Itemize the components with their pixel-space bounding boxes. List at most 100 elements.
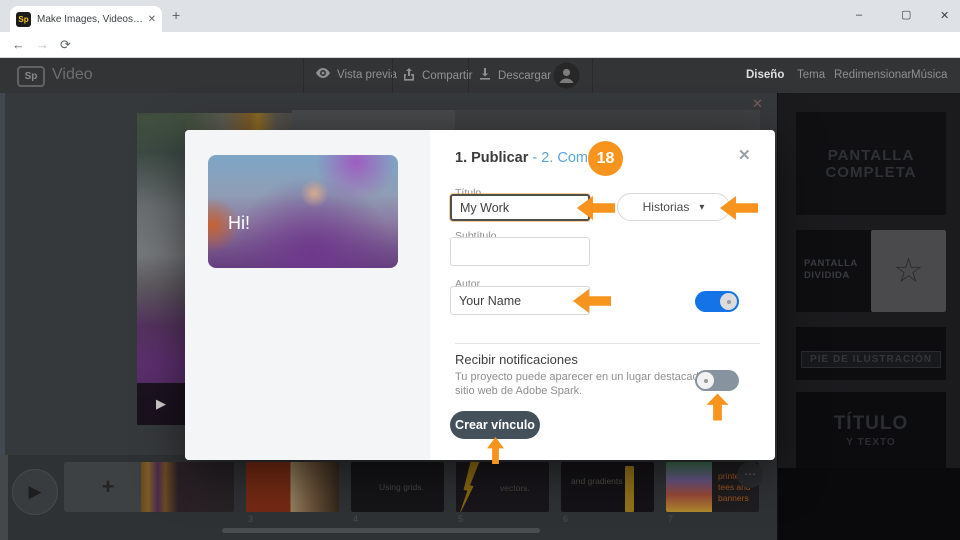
chevron-down-icon: ▾ bbox=[699, 201, 705, 213]
titulo-input[interactable] bbox=[450, 194, 590, 221]
download-icon bbox=[479, 68, 491, 83]
layout-card-pie-de-ilustracion[interactable]: PIE DE ILUSTRACIÓN bbox=[796, 327, 946, 380]
notifications-title: Recibir notificaciones bbox=[455, 352, 578, 367]
preview-label: Vista previa bbox=[337, 68, 397, 81]
tutorial-arrow-create-link bbox=[487, 437, 504, 464]
video-preview-thumbnail: Hi! bbox=[208, 155, 398, 268]
toolbar-divider bbox=[468, 58, 469, 93]
slide-thumbnail[interactable] bbox=[141, 462, 234, 512]
download-label: Descargar bbox=[498, 69, 552, 82]
layout-card-pantalla-dividida[interactable]: PANTALLA DIVIDIDA ☆ bbox=[796, 230, 946, 312]
window-close-button[interactable]: ✕ bbox=[940, 9, 949, 22]
forward-icon[interactable]: → bbox=[36, 37, 49, 52]
spark-logo: Sp bbox=[17, 66, 45, 87]
window-minimize-button[interactable]: – bbox=[856, 9, 862, 21]
layout-card-subtitle: Y TEXTO bbox=[846, 436, 896, 448]
category-dropdown[interactable]: Historias ▾ bbox=[617, 193, 730, 221]
layout-sidebar: PANTALLA COMPLETA PANTALLA DIVIDIDA ☆ PI… bbox=[777, 93, 960, 540]
slide-delete-icon[interactable]: ✕ bbox=[752, 96, 763, 112]
create-link-button[interactable]: Crear vínculo bbox=[450, 411, 540, 439]
tutorial-step-badge: 18 bbox=[588, 141, 623, 176]
star-icon: ☆ bbox=[893, 252, 924, 290]
door-graphic bbox=[625, 466, 634, 512]
layout-card-titulo-y-texto[interactable]: TÍTULO Y TEXTO bbox=[796, 392, 946, 468]
new-tab-button[interactable]: + bbox=[172, 7, 180, 23]
download-button[interactable]: Descargar bbox=[479, 68, 551, 83]
notifications-toggle[interactable] bbox=[695, 370, 739, 391]
play-icon: ▶ bbox=[156, 396, 166, 411]
slide-thumbnail[interactable]: Using grids. bbox=[351, 462, 444, 512]
thumbnail-label: and gradients bbox=[571, 476, 623, 486]
plus-icon: + bbox=[101, 474, 115, 499]
tab-title: Make Images, Videos and Web S bbox=[37, 13, 144, 25]
app-toolbar: Sp Video Vista previa Compartir Descarga… bbox=[0, 58, 960, 93]
slide-number: 7 bbox=[668, 514, 674, 524]
slide-menu-button[interactable]: ⋯ bbox=[737, 462, 763, 488]
nav-tab-tema[interactable]: Tema bbox=[797, 69, 825, 81]
canvas-panel bbox=[455, 110, 760, 130]
share-icon bbox=[403, 68, 415, 84]
preview-overlay-text: Hi! bbox=[228, 213, 250, 233]
slide-number: 6 bbox=[563, 514, 569, 524]
eye-icon bbox=[316, 68, 330, 81]
slide-number: 3 bbox=[248, 514, 254, 524]
slide-thumbnail[interactable]: vectors. bbox=[456, 462, 549, 512]
reload-icon[interactable]: ⟳ bbox=[60, 37, 71, 53]
thumbnail-label-line: banners bbox=[718, 493, 749, 503]
toolbar-divider bbox=[592, 58, 593, 93]
lightning-graphic bbox=[457, 462, 480, 512]
sidebar-footer bbox=[778, 468, 960, 540]
share-label: Compartir bbox=[422, 70, 473, 82]
browser-navbar: ← → ⟳ spark.adobe.com/es-ES/sp/design/vi… bbox=[0, 32, 960, 87]
video-frame bbox=[137, 115, 185, 425]
thumbnail-photo bbox=[666, 462, 712, 512]
layout-card-label: COMPLETA bbox=[825, 163, 917, 181]
layout-card-pantalla-completa[interactable]: PANTALLA COMPLETA bbox=[796, 112, 946, 215]
spark-favicon: Sp bbox=[16, 11, 31, 27]
step-publicar: 1. Publicar bbox=[455, 150, 529, 166]
nav-tab-musica[interactable]: Música bbox=[911, 69, 947, 81]
category-value: Historias bbox=[642, 200, 690, 214]
layout-card-label: PANTALLA DIVIDIDA bbox=[804, 258, 858, 281]
publish-dialog: Hi! 1. Publicar - 2. Compartir 18 ✕ Títu… bbox=[185, 130, 775, 460]
layout-card-label: PANTALLA bbox=[827, 146, 915, 164]
layout-card-label: PIE DE ILUSTRACIÓN bbox=[801, 351, 941, 368]
account-avatar-icon[interactable] bbox=[553, 62, 580, 94]
back-icon[interactable]: ← bbox=[12, 37, 25, 52]
tab-close-icon[interactable]: ✕ bbox=[148, 14, 156, 25]
autor-input[interactable] bbox=[450, 286, 590, 315]
notifications-description-line1: Tu proyecto puede aparecer en un lugar d… bbox=[455, 371, 723, 383]
thumbnail-label: vectors. bbox=[500, 483, 530, 493]
tutorial-arrow-notifications bbox=[707, 394, 729, 421]
layout-card-title: TÍTULO bbox=[833, 412, 909, 434]
filmstrip-play-button[interactable]: ▶ bbox=[12, 469, 58, 515]
notifications-description-line2: sitio web de Adobe Spark. bbox=[455, 385, 583, 397]
browser-titlebar: Sp Make Images, Videos and Web S ✕ + – ▢… bbox=[0, 0, 960, 32]
app-name: Video bbox=[52, 66, 93, 83]
screen: Sp Make Images, Videos and Web S ✕ + – ▢… bbox=[0, 0, 960, 540]
play-icon: ▶ bbox=[28, 482, 42, 501]
nav-tab-redimensionar[interactable]: Redimensionar bbox=[834, 69, 911, 81]
dialog-close-icon[interactable]: ✕ bbox=[738, 146, 751, 164]
nav-tab-diseno[interactable]: Diseño bbox=[746, 69, 784, 81]
slide-thumbnail[interactable] bbox=[246, 462, 339, 512]
author-visibility-toggle[interactable] bbox=[695, 291, 739, 312]
slide-number: 4 bbox=[353, 514, 359, 524]
video-play-button[interactable]: ▶ bbox=[137, 383, 185, 425]
browser-tab[interactable]: Sp Make Images, Videos and Web S ✕ bbox=[10, 6, 162, 32]
toggle-knob bbox=[697, 372, 714, 389]
preview-button[interactable]: Vista previa bbox=[316, 68, 397, 81]
subtitulo-input[interactable] bbox=[450, 237, 590, 266]
slide-thumbnail[interactable]: and gradients bbox=[561, 462, 654, 512]
slide-number: 5 bbox=[458, 514, 464, 524]
window-maximize-button[interactable]: ▢ bbox=[901, 8, 911, 21]
share-button[interactable]: Compartir bbox=[403, 68, 472, 84]
filmstrip-scrollbar[interactable] bbox=[222, 528, 540, 533]
toggle-knob bbox=[720, 293, 737, 310]
step-dash: - bbox=[532, 150, 538, 166]
add-slide-button[interactable]: + bbox=[64, 462, 152, 512]
dialog-divider bbox=[455, 343, 760, 344]
canvas-panel bbox=[292, 110, 455, 130]
thumbnail-label: Using grids. bbox=[379, 482, 424, 492]
filmstrip-edge bbox=[0, 455, 8, 540]
